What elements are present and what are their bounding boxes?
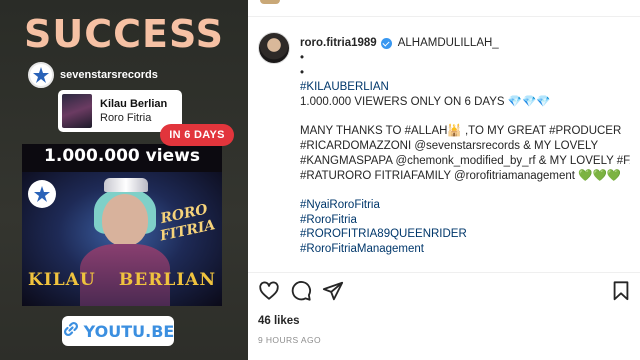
sevenstars-logo-icon — [28, 62, 54, 88]
comment-icon[interactable] — [290, 280, 312, 302]
caption-header: roro.fitria1989 ALHAMDULILLAH_ — [300, 37, 499, 49]
bullet-line: • — [300, 52, 305, 64]
video-song-title: KILAU BERLIAN — [22, 270, 222, 290]
song-word-1: KILAU — [28, 270, 96, 290]
share-icon[interactable] — [322, 280, 344, 302]
previous-avatar-edge — [260, 0, 280, 4]
singer-face — [102, 194, 148, 246]
youtube-link-sticker[interactable]: YOUTU.BE — [62, 316, 174, 346]
likes-count[interactable]: 46 likes — [258, 315, 300, 327]
username-link[interactable]: roro.fitria1989 — [300, 37, 377, 49]
repost-account-name: sevenstarsrecords — [60, 69, 158, 81]
video-label-logo-icon — [28, 180, 56, 208]
caption-body: • • #KILAUBERLIAN 1.000.000 VIEWERS ONLY… — [300, 51, 630, 271]
bullet-line: • — [300, 66, 305, 79]
avatar[interactable] — [258, 32, 290, 64]
verified-badge-icon — [380, 37, 392, 49]
link-icon — [62, 320, 80, 343]
crown-icon — [104, 178, 148, 192]
caption-line: #RICARDOMAZZONI @sevenstarsrecords & MY … — [300, 140, 599, 153]
action-bar — [258, 280, 632, 304]
divider — [248, 16, 640, 17]
views-count-text: 1.000.000 views — [44, 146, 200, 166]
story-title: SUCCESS — [24, 12, 224, 56]
hashtag-link[interactable]: #KILAUBERLIAN — [300, 80, 630, 95]
hashtag-link[interactable]: #RoroFitria — [300, 213, 630, 228]
music-title: Kilau Berlian — [100, 97, 168, 110]
video-thumbnail[interactable]: 1.000.000 views RORO FITRIA KILAU BERLIA… — [22, 144, 222, 306]
views-line: 1.000.000 VIEWERS ONLY ON 6 DAYS 💎💎💎 — [300, 96, 551, 109]
story-panel: SUCCESS sevenstarsrecords Kilau Berlian … — [0, 0, 248, 360]
hashtag-link[interactable]: #RoroFitriaManagement — [300, 242, 630, 257]
song-word-2: BERLIAN — [118, 270, 216, 290]
divider — [248, 272, 640, 273]
bookmark-icon[interactable] — [610, 280, 632, 302]
caption-first-line: ALHAMDULILLAH_ — [397, 37, 499, 49]
video-artwork: RORO FITRIA KILAU BERLIAN — [22, 172, 222, 306]
hashtag-link[interactable]: #ROROFITRIA89QUEENRIDER — [300, 227, 630, 242]
music-artist: Roro Fitria — [100, 111, 152, 124]
caption-line: #KANGMASPAPA @chemonk_modified_by_rf & M… — [300, 154, 630, 167]
album-art-thumbnail — [62, 94, 92, 128]
post-timestamp: 9 HOURS AGO — [258, 335, 321, 345]
hashtag-link[interactable]: #NyaiRoroFitria — [300, 198, 630, 213]
heart-icon[interactable] — [258, 280, 280, 302]
caption-line: #RATURORO FITRIAFAMILY @rorofitriamanage… — [300, 169, 622, 182]
video-overlay-name: RORO FITRIA — [158, 201, 217, 245]
days-badge: IN 6 DAYS — [160, 124, 234, 146]
post-panel: roro.fitria1989 ALHAMDULILLAH_ • • #KILA… — [248, 0, 640, 360]
repost-header[interactable]: sevenstarsrecords — [28, 62, 158, 88]
link-label: YOUTU.BE — [83, 321, 175, 341]
caption-line: MANY THANKS TO #ALLAH🕌 ,TO MY GREAT #PRO… — [300, 125, 622, 138]
